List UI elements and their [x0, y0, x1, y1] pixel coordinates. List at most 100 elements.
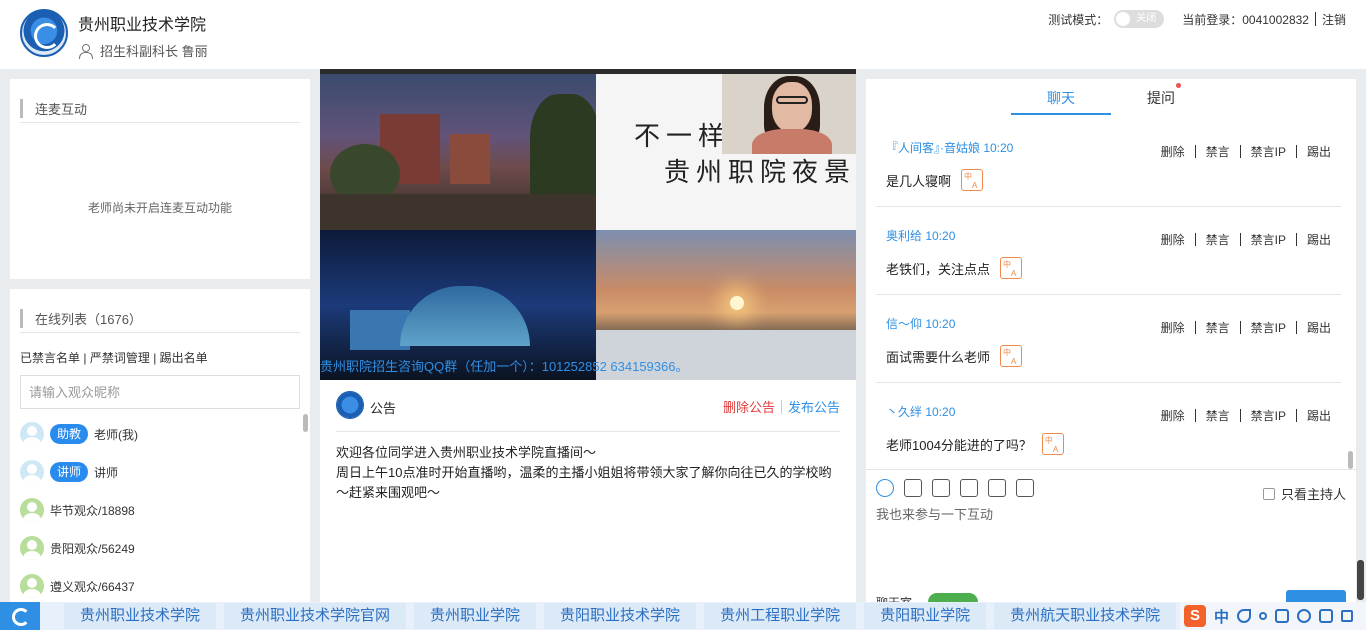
quick-link[interactable]: 贵州航天职业技术学院 — [994, 603, 1177, 629]
kick-button[interactable]: 踢出 — [1307, 319, 1331, 336]
only-host-checkbox[interactable] — [1262, 487, 1275, 500]
list-item[interactable]: 讲师 讲师 — [20, 453, 300, 491]
emoji-icon[interactable] — [876, 479, 894, 497]
page-scrollbar[interactable] — [1357, 560, 1364, 600]
video-marquee: 贵州职院招生咨询QQ群（任加一个）：101252852 634159366。 — [320, 359, 689, 374]
notice-panel: 公告 删除公告 发布公告 欢迎各位同学进入贵州职业技术学院直播间～ 周日上午10… — [320, 380, 856, 602]
chat-message: 丶久绊 10:20 老师1004分能进的了吗？ 中A 删除 禁言 禁言IP 踢出 — [876, 383, 1341, 469]
mic-panel-title: 连麦互动 — [20, 99, 300, 118]
kick-button[interactable]: 踢出 — [1307, 143, 1331, 160]
gift-icon[interactable] — [932, 479, 950, 497]
tab-chat[interactable]: 聊天 — [1047, 88, 1075, 108]
quick-links: 贵州职业技术学院 贵州职业技术学院官网 贵州职业学院 贵阳职业技术学院 贵州工程… — [40, 603, 1184, 629]
message-sender: 信～仰 10:20 — [886, 317, 956, 331]
quick-link[interactable]: 贵州工程职业学院 — [704, 603, 857, 629]
sogou-icon[interactable]: S — [1184, 605, 1206, 627]
audience-search-input[interactable] — [20, 375, 300, 409]
quick-link[interactable]: 贵州职业技术学院官网 — [224, 603, 407, 629]
chat-room-label: 聊天室 — [876, 594, 912, 602]
sign-in-icon[interactable] — [904, 479, 922, 497]
message-actions: 删除 禁言 禁言IP 踢出 — [1161, 407, 1331, 424]
quick-link[interactable]: 贵阳职业技术学院 — [544, 603, 697, 629]
online-panel: 在线列表（1676） 已禁言名单 | 严禁词管理 | 踢出名单 助教 老师(我)… — [10, 289, 310, 602]
delete-message-button[interactable]: 删除 — [1161, 231, 1185, 248]
chat-message: 『人间客』·音姑娘 10:20 是几人寝啊 中A 删除 禁言 禁言IP 踢出 — [876, 119, 1341, 207]
only-host-filter[interactable]: 只看主持人 — [1262, 484, 1346, 503]
avatar — [20, 498, 44, 522]
mute-ip-button[interactable]: 禁言IP — [1251, 319, 1286, 336]
translate-icon[interactable]: 中A — [1041, 433, 1064, 455]
school-logo — [336, 391, 364, 419]
skin-icon[interactable] — [1319, 609, 1334, 623]
campus-photo-1 — [320, 74, 600, 230]
list-item[interactable]: 毕节观众/18898 — [20, 491, 300, 529]
image-icon[interactable] — [1016, 479, 1034, 497]
list-links: 已禁言名单 | 严禁词管理 | 踢出名单 — [20, 351, 208, 365]
message-sender: 丶久绊 10:20 — [886, 405, 956, 419]
message-sender: 奥利给 10:20 — [886, 229, 956, 243]
mute-button[interactable]: 禁言 — [1206, 231, 1230, 248]
list-item[interactable]: 遵义观众/66437 — [20, 567, 300, 602]
punctuation-icon[interactable] — [1259, 612, 1268, 620]
moon-icon[interactable] — [1237, 609, 1252, 623]
translate-icon[interactable]: 中A — [1000, 345, 1023, 367]
chat-message: 奥利给 10:20 老铁们，关注点点 中A 删除 禁言 禁言IP 踢出 — [876, 207, 1341, 295]
user-icon[interactable] — [1297, 609, 1312, 623]
kicked-list-link[interactable]: 踢出名单 — [160, 351, 208, 365]
quick-link[interactable]: 贵州职业技术学院 — [64, 603, 217, 629]
message-text: 面试需要什么老师 中A — [886, 345, 1023, 367]
only-host-label: 只看主持人 — [1280, 487, 1346, 502]
chat-room-toggle[interactable] — [928, 593, 978, 602]
tab-question[interactable]: 提问 — [1147, 88, 1175, 108]
message-text: 老铁们，关注点点 中A — [886, 257, 1023, 279]
translate-icon[interactable]: 中A — [1000, 257, 1023, 279]
user-list: 助教 老师(我) 讲师 讲师 毕节观众/18898 贵阳观众/56249 遵义观… — [20, 415, 300, 602]
kick-button[interactable]: 踢出 — [1307, 407, 1331, 424]
scrollbar[interactable] — [303, 414, 308, 432]
delete-notice-button[interactable]: 删除公告 — [723, 397, 775, 416]
test-mode-label: 测试模式： — [1048, 12, 1109, 27]
search-logo-icon[interactable] — [0, 602, 40, 630]
delete-message-button[interactable]: 删除 — [1161, 143, 1185, 160]
test-mode-toggle[interactable]: 关闭 — [1114, 10, 1165, 28]
mic-empty-text: 老师尚未开启连麦互动功能 — [87, 201, 232, 215]
scrollbar[interactable] — [1348, 451, 1353, 469]
mute-button[interactable]: 禁言 — [1206, 143, 1230, 160]
user-name: 遵义观众/66437 — [50, 579, 135, 594]
mute-button[interactable]: 禁言 — [1206, 319, 1230, 336]
mute-ip-button[interactable]: 禁言IP — [1251, 231, 1286, 248]
keyboard-icon[interactable] — [1275, 609, 1290, 623]
kick-button[interactable]: 踢出 — [1307, 231, 1331, 248]
mute-ip-button[interactable]: 禁言IP — [1251, 407, 1286, 424]
chinese-mode-icon[interactable]: 中 — [1214, 606, 1229, 627]
checkbox-icon[interactable] — [960, 479, 978, 497]
presenter-camera[interactable] — [722, 74, 856, 154]
user-label: 招生科副科长 鲁丽 — [100, 44, 208, 59]
mute-button[interactable]: 禁言 — [1206, 407, 1230, 424]
list-item[interactable]: 助教 老师(我) — [20, 415, 300, 453]
menu-icon[interactable] — [1341, 610, 1354, 622]
message-text: 是几人寝啊 中A — [886, 169, 984, 191]
logout-link[interactable]: 注销 — [1322, 11, 1346, 28]
delete-message-button[interactable]: 删除 — [1161, 319, 1185, 336]
translate-icon[interactable]: 中A — [961, 169, 984, 191]
school-name: 贵州职业技术学院 — [78, 17, 207, 34]
delete-message-button[interactable]: 删除 — [1161, 407, 1185, 424]
message-text: 老师1004分能进的了吗？ 中A — [886, 433, 1064, 455]
send-button[interactable] — [1286, 590, 1346, 602]
message-sender: 『人间客』·音姑娘 10:20 — [886, 141, 1014, 155]
mute-ip-button[interactable]: 禁言IP — [1251, 143, 1286, 160]
user-icon — [78, 43, 93, 59]
quick-link[interactable]: 贵阳职业学院 — [864, 603, 987, 629]
live-video[interactable]: 不一样的 贵州职院夜景 贵州职院招生咨询QQ群（任加一个）：101252852 … — [320, 69, 856, 380]
chat-input[interactable] — [876, 504, 1346, 584]
quick-link[interactable]: 贵州职业学院 — [414, 603, 537, 629]
online-panel-title: 在线列表（1676） — [20, 309, 300, 328]
role-badge: 助教 — [50, 424, 89, 444]
banned-words-link[interactable]: 严禁词管理 — [90, 351, 150, 365]
list-item[interactable]: 贵阳观众/56249 — [20, 529, 300, 567]
publish-notice-button[interactable]: 发布公告 — [788, 397, 840, 416]
avatar — [20, 460, 44, 484]
muted-list-link[interactable]: 已禁言名单 — [20, 351, 80, 365]
edit-icon[interactable] — [988, 479, 1006, 497]
